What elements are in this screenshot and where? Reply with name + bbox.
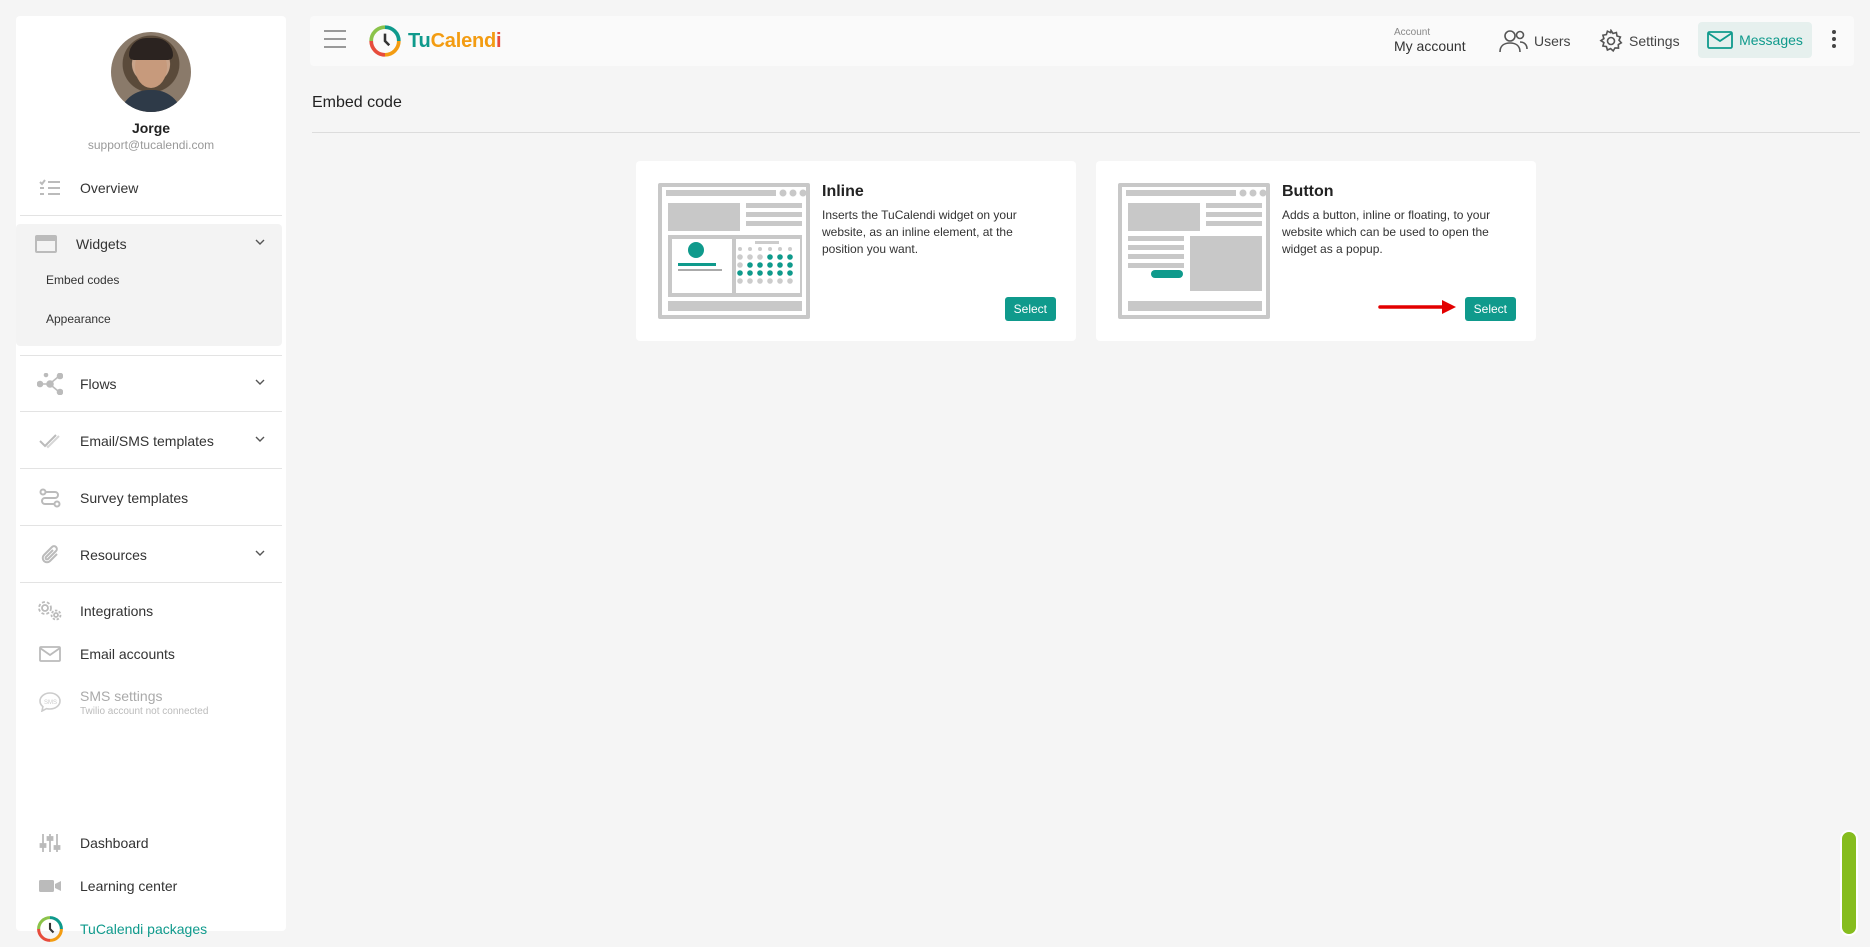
settings-label: Settings xyxy=(1629,33,1680,49)
card-title: Inline xyxy=(822,183,864,200)
floating-scroll-tab[interactable] xyxy=(1840,830,1858,936)
messages-nav[interactable]: Messages xyxy=(1698,22,1812,58)
more-options-icon[interactable] xyxy=(1830,30,1838,52)
users-label: Users xyxy=(1534,33,1571,49)
sidebar-item-label: Dashboard xyxy=(80,835,149,851)
envelope-icon xyxy=(1707,31,1733,49)
sidebar-item-dashboard[interactable]: Dashboard xyxy=(16,822,286,864)
sidebar-subitem-embed-codes[interactable]: Embed codes xyxy=(46,273,119,287)
users-nav[interactable]: Users xyxy=(1498,26,1571,56)
account-label: My account xyxy=(1394,38,1466,54)
survey-route-icon xyxy=(36,484,64,512)
gears-icon xyxy=(36,597,64,625)
sidebar-item-survey-templates[interactable]: Survey templates xyxy=(16,477,286,519)
sidebar-item-widgets[interactable]: Widgets xyxy=(16,223,286,265)
sidebar-item-label: Overview xyxy=(80,180,139,196)
sidebar-item-overview[interactable]: Overview xyxy=(16,167,286,209)
sidebar-item-resources[interactable]: Resources xyxy=(16,534,286,576)
inline-widget-card: Inline Inserts the TuCalendi widget on y… xyxy=(636,161,1076,341)
sms-status-note: Twilio account not connected xyxy=(80,705,209,717)
account-menu[interactable]: Account My account xyxy=(1394,27,1466,54)
profile-email: support@tucalendi.com xyxy=(87,138,215,152)
account-caption: Account xyxy=(1394,27,1431,38)
red-arrow-annotation xyxy=(1378,300,1456,314)
sidebar-item-learning-center[interactable]: Learning center xyxy=(16,865,286,907)
sidebar-item-email-accounts[interactable]: Email accounts xyxy=(16,633,286,675)
flow-nodes-icon xyxy=(36,370,64,398)
sidebar-item-label: Learning center xyxy=(80,878,178,894)
page-title: Embed code xyxy=(312,94,402,111)
chevron-down-icon xyxy=(255,436,265,442)
chevron-down-icon xyxy=(255,379,265,385)
video-camera-icon xyxy=(36,872,64,900)
sidebar-item-sms-settings[interactable]: SMS SMS settings Twilio account not conn… xyxy=(16,679,286,725)
sidebar: Jorge support@tucalendi.com Overview Wid… xyxy=(16,16,286,942)
card-description: Inserts the TuCalendi widget on your web… xyxy=(822,208,1017,256)
chevron-down-icon xyxy=(255,550,265,556)
card-description: Adds a button, inline or floating, to yo… xyxy=(1282,208,1491,256)
sidebar-item-label: Widgets xyxy=(76,236,127,252)
messages-label: Messages xyxy=(1739,32,1803,48)
svg-text:SMS: SMS xyxy=(44,700,57,706)
sidebar-item-label: Resources xyxy=(80,547,147,563)
inline-widget-illustration xyxy=(658,183,810,319)
browser-window-icon xyxy=(32,230,60,258)
users-icon xyxy=(1499,30,1528,53)
sidebar-item-flows[interactable]: Flows xyxy=(16,363,286,405)
card-title: Button xyxy=(1282,183,1334,200)
button-widget-card: Button Adds a button, inline or floating… xyxy=(1096,161,1536,341)
sidebar-item-label: TuCalendi packages xyxy=(80,921,208,937)
sidebar-item-integrations[interactable]: Integrations xyxy=(16,590,286,632)
select-button-widget-button[interactable]: Select xyxy=(1464,297,1516,321)
paperclip-icon xyxy=(36,541,64,569)
list-check-icon xyxy=(36,174,64,202)
tucalendi-logo-icon xyxy=(36,915,64,943)
sidebar-item-label: Integrations xyxy=(80,603,154,619)
avatar[interactable] xyxy=(111,32,191,112)
sms-bubble-icon: SMS xyxy=(36,688,64,716)
tucalendi-logo[interactable]: TuCalendi xyxy=(368,24,502,58)
sidebar-item-label: Email/SMS templates xyxy=(80,433,214,449)
top-bar: TuCalendi Account My account Users Setti… xyxy=(310,16,1854,66)
logo-clock-icon xyxy=(369,25,401,57)
title-divider xyxy=(312,132,1860,133)
sidebar-subitem-appearance[interactable]: Appearance xyxy=(46,312,111,326)
sidebar-item-label: Flows xyxy=(80,376,117,392)
double-check-icon xyxy=(36,427,64,455)
sidebar-item-email-sms-templates[interactable]: Email/SMS templates xyxy=(16,420,286,462)
envelope-icon xyxy=(36,640,64,668)
sliders-icon xyxy=(36,829,64,857)
select-inline-button[interactable]: Select xyxy=(1004,297,1056,321)
logo-text: TuCalendi xyxy=(408,29,502,52)
chevron-down-icon xyxy=(255,239,265,245)
sidebar-item-packages[interactable]: TuCalendi packages xyxy=(16,908,286,947)
sidebar-item-label: Survey templates xyxy=(80,490,189,506)
gear-icon xyxy=(1599,29,1623,53)
profile: Jorge support@tucalendi.com xyxy=(16,16,286,166)
sidebar-item-label: Email accounts xyxy=(80,646,175,662)
button-widget-illustration xyxy=(1118,183,1270,319)
sidebar-item-label: SMS settings xyxy=(80,687,163,704)
hamburger-menu-icon[interactable] xyxy=(324,30,348,52)
profile-name: Jorge xyxy=(131,120,171,136)
settings-nav[interactable]: Settings xyxy=(1599,26,1680,56)
